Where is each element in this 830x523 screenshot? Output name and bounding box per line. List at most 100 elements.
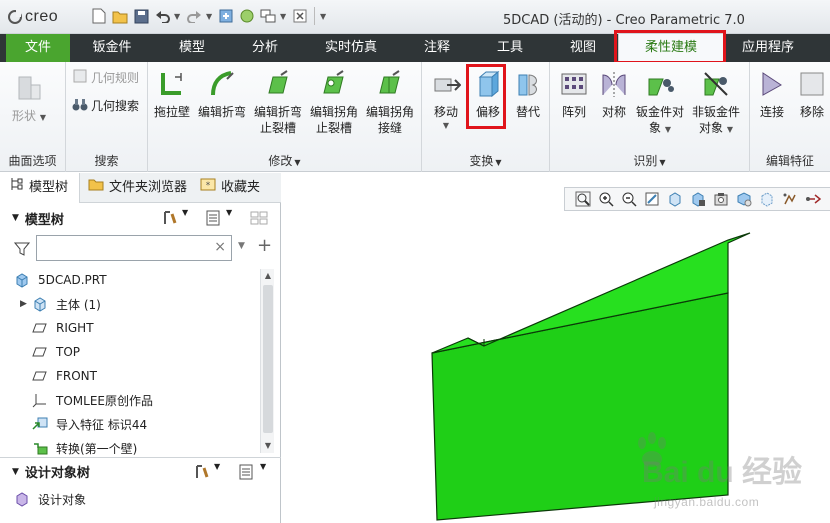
non-sheetmetal-object-button[interactable]: 非钣金件 对象 ▼ xyxy=(692,68,740,138)
shape-dropdown-icon: ▼ xyxy=(39,113,46,122)
design-tree-settings-icon[interactable] xyxy=(194,464,210,484)
symmetry-icon xyxy=(598,68,630,100)
tab-sheetmetal[interactable]: 钣金件 xyxy=(80,34,144,62)
tree-columns-icon[interactable] xyxy=(250,210,268,230)
shape-button[interactable]: 形状 ▼ xyxy=(12,72,46,126)
edit-bend-button[interactable]: 编辑折弯 xyxy=(198,68,246,120)
tree-item-right[interactable]: RIGHT xyxy=(32,317,94,339)
tab-model[interactable]: 模型 xyxy=(160,34,224,62)
edit-corner-relief-label-2: 止裂槽 xyxy=(316,121,353,135)
switch-window-icon[interactable] xyxy=(259,7,277,25)
tree-scrollbar[interactable]: ▲ ▼ xyxy=(260,269,274,453)
redo-icon[interactable] xyxy=(185,7,203,25)
model-tree-header[interactable]: ▼ 模型树 ▼ ▼ xyxy=(0,204,281,232)
search-dropdown-icon[interactable]: ▼ xyxy=(238,241,245,251)
tree-item-body[interactable]: ▶ 主体 (1) xyxy=(20,293,101,315)
import-feature-icon xyxy=(32,416,48,432)
remove-icon xyxy=(796,68,828,100)
collapse-icon[interactable]: ▼ xyxy=(12,467,19,477)
edit-corner-relief-button[interactable]: 编辑拐角 止裂槽 xyxy=(310,68,358,136)
design-tree-header[interactable]: ▼ 设计对象树 ▼ ▼ xyxy=(0,457,281,485)
transform-group-dropdown-icon[interactable]: ▼ xyxy=(495,158,501,167)
edit-corner-seam-button[interactable]: 编辑拐角 接缝 xyxy=(366,68,414,136)
remove-button[interactable]: 移除 xyxy=(796,68,828,120)
non-sheetmetal-object-icon xyxy=(700,68,732,100)
design-tree-settings-dropdown-icon[interactable]: ▼ xyxy=(214,462,220,471)
show-options-dropdown-icon[interactable]: ▼ xyxy=(226,208,232,217)
tab-simulation[interactable]: 实时仿真 xyxy=(314,34,388,62)
panel-tab-folder-browser[interactable]: 文件夹浏览器 xyxy=(88,173,198,203)
tab-file[interactable]: 文件 xyxy=(6,34,70,62)
body-icon xyxy=(32,296,48,312)
undo-icon[interactable] xyxy=(153,7,171,25)
undo-dropdown-icon[interactable]: ▼ xyxy=(174,12,182,21)
sheetmetal-object-icon xyxy=(644,68,676,100)
design-tree-options-icon[interactable] xyxy=(238,464,254,484)
tree-item-front[interactable]: FRONT xyxy=(32,365,97,387)
show-options-icon[interactable] xyxy=(205,210,221,230)
tab-flexible-modeling[interactable]: 柔性建模 xyxy=(618,34,724,62)
expand-icon[interactable]: ▶ xyxy=(20,299,32,309)
edit-corner-seam-icon xyxy=(374,68,406,100)
replace-button[interactable]: 替代 xyxy=(512,68,544,120)
group-edit-feature: 连接 移除 编辑特征 xyxy=(750,62,830,172)
group-surface-options: 形状 ▼ 曲面选项 xyxy=(0,62,66,172)
attach-label: 连接 xyxy=(759,105,784,119)
open-icon[interactable] xyxy=(111,7,129,25)
tab-tools[interactable]: 工具 xyxy=(478,34,542,62)
add-filter-icon[interactable]: + xyxy=(257,235,272,256)
pattern-button[interactable]: 阵列 xyxy=(558,68,590,120)
symmetry-button[interactable]: 对称 xyxy=(598,68,630,120)
tree-search-input[interactable] xyxy=(37,236,207,260)
tree-item-design-object[interactable]: 设计对象 xyxy=(14,488,86,510)
tree-item-import[interactable]: 导入特征 标识44 xyxy=(32,413,147,435)
transform-group-label-text: 变换 xyxy=(469,154,494,168)
modify-group-dropdown-icon[interactable]: ▼ xyxy=(294,158,300,167)
binoculars-icon xyxy=(72,96,88,115)
tab-analysis[interactable]: 分析 xyxy=(233,34,297,62)
scroll-down-icon[interactable]: ▼ xyxy=(261,439,275,453)
attach-button[interactable]: 连接 xyxy=(756,68,788,120)
geometry-rules-button[interactable]: 几何规则 xyxy=(72,68,139,87)
redo-dropdown-icon[interactable]: ▼ xyxy=(206,12,214,21)
tree-item-convert[interactable]: 转换(第一个壁) xyxy=(32,437,137,459)
panel-tab-favorites[interactable]: * 收藏夹 xyxy=(200,173,280,203)
design-tree-options-dropdown-icon[interactable]: ▼ xyxy=(260,462,266,471)
filter-icon[interactable] xyxy=(13,241,31,260)
save-icon[interactable] xyxy=(132,7,150,25)
recognize-group-dropdown-icon[interactable]: ▼ xyxy=(659,158,665,167)
graphics-viewport[interactable]: Bai du 经验 jingyan.baidu.com xyxy=(282,173,830,523)
clear-search-icon[interactable]: × xyxy=(214,239,226,255)
collapse-icon[interactable]: ▼ xyxy=(12,213,19,223)
model-tree-icon xyxy=(10,173,24,203)
window-dropdown-icon[interactable]: ▼ xyxy=(280,12,288,21)
panel-tab-model-tree[interactable]: 模型树 xyxy=(0,173,80,203)
drag-wall-button[interactable]: 拖拉壁 xyxy=(154,68,190,120)
modify-group-label: 修改 ▼ xyxy=(148,152,421,169)
move-button[interactable]: 移动 ▼ xyxy=(430,68,462,130)
close-window-icon[interactable] xyxy=(291,7,309,25)
new-icon[interactable] xyxy=(90,7,108,25)
tab-annotate[interactable]: 注释 xyxy=(405,34,469,62)
tree-settings-dropdown-icon[interactable]: ▼ xyxy=(182,208,188,217)
regenerate-icon[interactable] xyxy=(217,7,235,25)
windows-icon[interactable] xyxy=(238,7,256,25)
tree-item-csys[interactable]: TOMLEE原创作品 xyxy=(32,389,153,411)
tree-item-part[interactable]: 5DCAD.PRT xyxy=(14,269,107,291)
scroll-up-icon[interactable]: ▲ xyxy=(261,269,275,283)
customize-qa-icon[interactable]: ▼ xyxy=(320,12,328,21)
coordinate-system-icon xyxy=(32,392,48,408)
sheetmetal-object-button[interactable]: 钣金件对 象 ▼ xyxy=(636,68,684,138)
tree-item-top[interactable]: TOP xyxy=(32,341,80,363)
non-sheetmetal-object-dropdown-icon: ▼ xyxy=(726,125,733,134)
scroll-thumb[interactable] xyxy=(263,285,273,433)
tree-settings-icon[interactable] xyxy=(162,210,178,230)
offset-icon xyxy=(472,68,504,100)
move-dropdown-icon: ▼ xyxy=(442,121,450,130)
geometry-search-button[interactable]: 几何搜索 xyxy=(72,96,139,115)
tab-applications[interactable]: 应用程序 xyxy=(732,34,804,62)
tab-view[interactable]: 视图 xyxy=(551,34,615,62)
sheetmetal-object-label-2-text: 象 xyxy=(649,121,662,135)
edit-bend-relief-button[interactable]: 编辑折弯 止裂槽 xyxy=(254,68,302,136)
offset-button[interactable]: 偏移 xyxy=(472,68,504,120)
